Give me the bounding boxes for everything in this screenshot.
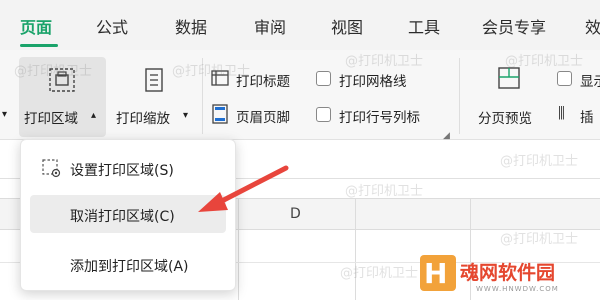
tab-formula[interactable]: 公式 [96, 14, 128, 38]
logo-name: 魂网软件园 [460, 262, 556, 284]
header-footer-icon [212, 104, 228, 124]
print-gridlines-label[interactable]: 打印网格线 [339, 70, 407, 90]
column-header-d[interactable]: D [290, 206, 301, 222]
logo-url: WWW.HNWDW.COM [476, 285, 559, 293]
ribbon-divider [202, 58, 203, 134]
print-scale-label[interactable]: 打印缩放 [116, 107, 170, 127]
insert-label-partial[interactable]: 插 [580, 106, 594, 126]
tab-member[interactable]: 会员专享 [482, 14, 546, 38]
print-titles-icon [211, 70, 229, 86]
print-area-label: 打印区域 [24, 111, 78, 127]
print-titles-button[interactable]: 打印标题 [236, 70, 290, 90]
print-row-col-headers-checkbox[interactable] [316, 107, 331, 122]
tab-tools[interactable]: 工具 [408, 14, 440, 38]
ribbon-divider [459, 58, 460, 134]
tab-view[interactable]: 视图 [331, 14, 363, 38]
tab-data[interactable]: 数据 [175, 14, 207, 38]
page-break-preview-icon [498, 67, 520, 89]
logo-mark-icon: H [424, 257, 448, 290]
add-to-print-area-item[interactable]: 添加到打印区域(A) [70, 256, 189, 276]
insert-icon: ⫼ [558, 104, 565, 122]
print-scale-icon [145, 68, 163, 92]
print-row-col-headers-label[interactable]: 打印行号列标 [339, 106, 420, 126]
chevron-down-icon: ▴ [91, 110, 97, 121]
header-footer-button[interactable]: 页眉页脚 [236, 106, 290, 126]
page-break-preview-label[interactable]: 分页预览 [478, 107, 532, 127]
set-print-area-item[interactable]: 设置打印区域(S) [70, 160, 174, 180]
print-gridlines-checkbox[interactable] [316, 71, 331, 86]
tab-review[interactable]: 审阅 [254, 14, 286, 38]
chevron-down-icon[interactable]: ▾ [2, 109, 7, 120]
chevron-down-icon[interactable]: ▾ [183, 110, 188, 121]
tab-effects-partial[interactable]: 效 [585, 14, 600, 38]
column-divider [355, 198, 356, 300]
cancel-print-area-label[interactable]: 取消打印区域(C) [70, 206, 175, 226]
tab-page[interactable]: 页面 [20, 14, 52, 38]
show-label-partial[interactable]: 显示 [580, 70, 600, 90]
set-print-area-icon [42, 159, 61, 178]
print-area-icon [49, 68, 75, 92]
show-checkbox[interactable] [557, 71, 572, 86]
active-tab-indicator [20, 44, 58, 47]
annotation-arrow-icon [198, 165, 289, 212]
